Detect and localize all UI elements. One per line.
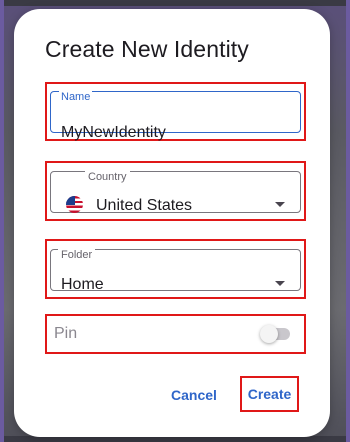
- chevron-down-icon[interactable]: [275, 281, 285, 286]
- pin-label: Pin: [54, 325, 78, 342]
- create-button[interactable]: Create: [242, 378, 297, 410]
- us-flag-icon: [66, 196, 83, 213]
- pin-row: Pin: [45, 314, 306, 354]
- dialog-title: Create New Identity: [45, 36, 249, 62]
- folder-field-container: Folder Home: [45, 239, 306, 299]
- cancel-button[interactable]: Cancel: [171, 385, 217, 405]
- chevron-down-icon[interactable]: [275, 202, 285, 207]
- bezel-top: [0, 0, 350, 6]
- toggle-thumb[interactable]: [260, 325, 278, 343]
- country-select[interactable]: Country United States: [50, 171, 301, 214]
- name-input[interactable]: MyNewIdentity: [61, 124, 166, 142]
- folder-label: Folder: [58, 249, 96, 261]
- name-field-container: Name MyNewIdentity: [45, 82, 306, 141]
- bezel-left: [0, 0, 4, 442]
- bezel-right: [346, 0, 350, 442]
- folder-select[interactable]: Folder Home: [50, 249, 301, 293]
- country-field-container: Country United States: [45, 161, 306, 221]
- create-button-container: Create: [240, 376, 299, 412]
- country-value: United States: [96, 197, 193, 214]
- create-identity-dialog: Create New Identity Name MyNewIdentity C…: [14, 9, 330, 437]
- pin-toggle[interactable]: [260, 325, 290, 343]
- folder-value: Home: [61, 276, 104, 293]
- name-field[interactable]: Name MyNewIdentity: [50, 91, 301, 141]
- country-label: Country: [85, 171, 130, 183]
- name-label: Name: [59, 91, 93, 103]
